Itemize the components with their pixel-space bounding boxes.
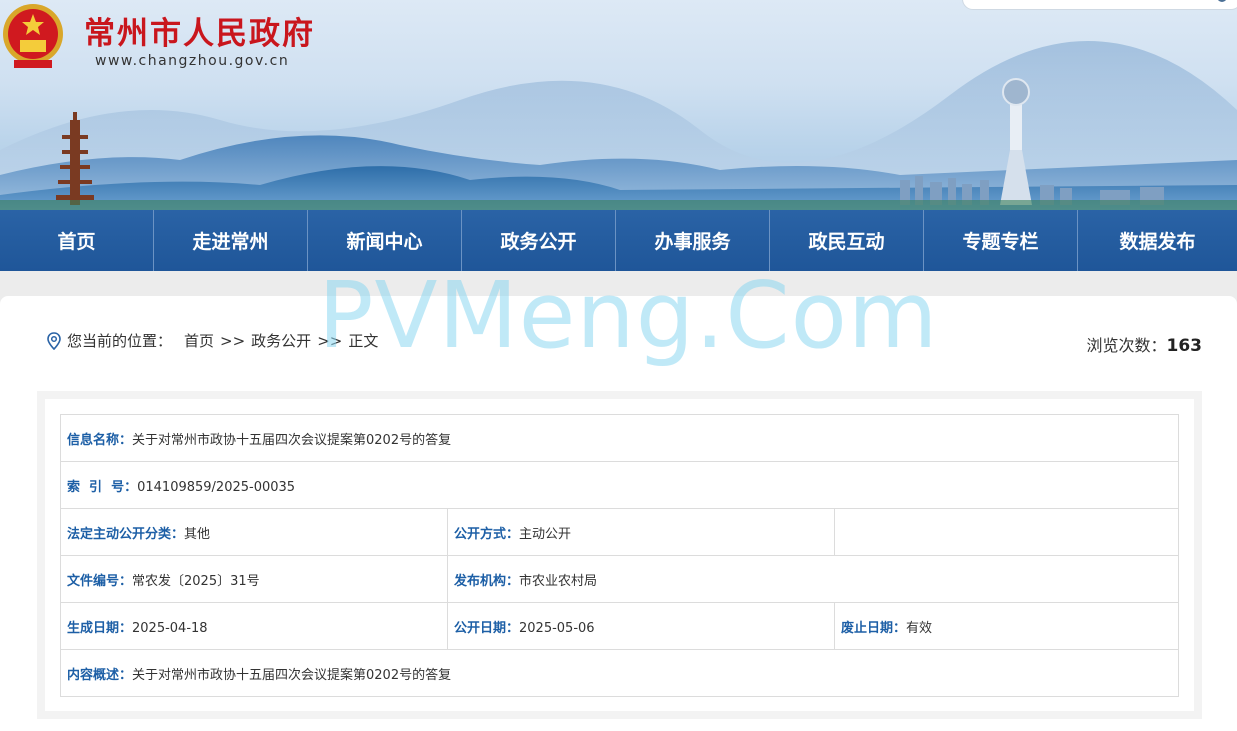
info-docno-cell: 文件编号：常农发〔2025〕31号 bbox=[60, 555, 448, 603]
info-index-label: 索 引 号： bbox=[67, 479, 138, 495]
info-index-cell: 索 引 号：014109859/2025-00035 bbox=[60, 461, 1179, 509]
main-nav: 首页 走进常州 新闻中心 政务公开 办事服务 政民互动 专题专栏 数据发布 bbox=[0, 210, 1237, 271]
info-created-value: 2025-04-18 bbox=[132, 620, 208, 636]
search-box[interactable] bbox=[962, 0, 1237, 10]
nav-data[interactable]: 数据发布 bbox=[1078, 210, 1237, 271]
breadcrumb-label: 您当前的位置： bbox=[67, 332, 173, 350]
main-content: 您当前的位置： 首页 >> 政务公开 >> 正文 浏览次数：163 信息名称：关… bbox=[0, 296, 1237, 731]
info-expiry-value: 有效 bbox=[906, 620, 933, 636]
nav-news[interactable]: 新闻中心 bbox=[308, 210, 462, 271]
table-row: 内容概述：关于对常州市政协十五届四次会议提案第0202号的答复 bbox=[60, 649, 1179, 697]
breadcrumb-current: 正文 bbox=[348, 332, 379, 350]
table-row: 索 引 号：014109859/2025-00035 bbox=[60, 461, 1179, 509]
info-publisher-value: 市农业农村局 bbox=[519, 573, 598, 589]
info-docno-label: 文件编号： bbox=[67, 573, 133, 589]
info-summary-label: 内容概述： bbox=[67, 667, 133, 683]
info-method-cell: 公开方式：主动公开 bbox=[447, 508, 835, 556]
info-category-cell: 法定主动公开分类：其他 bbox=[60, 508, 448, 556]
breadcrumb-gov-affairs[interactable]: 政务公开 bbox=[251, 330, 311, 351]
info-docno-value: 常农发〔2025〕31号 bbox=[132, 573, 260, 589]
breadcrumb-home[interactable]: 首页 bbox=[184, 330, 214, 351]
national-emblem-icon bbox=[3, 4, 63, 68]
info-panel: 信息名称：关于对常州市政协十五届四次会议提案第0202号的答复 索 引 号：01… bbox=[37, 391, 1202, 719]
table-row: 生成日期：2025-04-18 公开日期：2025-05-06 废止日期：有效 bbox=[60, 602, 1179, 650]
info-table: 信息名称：关于对常州市政协十五届四次会议提案第0202号的答复 索 引 号：01… bbox=[60, 414, 1179, 697]
info-created-label: 生成日期： bbox=[67, 620, 133, 636]
site-title[interactable]: 常州市人民政府 bbox=[84, 8, 315, 53]
view-count-label: 浏览次数： bbox=[1086, 336, 1167, 355]
info-category-value: 其他 bbox=[184, 526, 211, 542]
nav-interaction[interactable]: 政民互动 bbox=[770, 210, 924, 271]
info-summary-cell: 内容概述：关于对常州市政协十五届四次会议提案第0202号的答复 bbox=[60, 649, 1179, 697]
info-category-label: 法定主动公开分类： bbox=[67, 526, 185, 542]
info-publisher-cell: 发布机构：市农业农村局 bbox=[447, 555, 1179, 603]
location-pin-icon bbox=[47, 331, 61, 350]
view-count: 浏览次数：163 bbox=[1086, 332, 1202, 356]
breadcrumb-separator: >> bbox=[317, 331, 343, 350]
info-summary-value: 关于对常州市政协十五届四次会议提案第0202号的答复 bbox=[132, 667, 452, 683]
site-url: www.changzhou.gov.cn bbox=[95, 53, 290, 69]
header-banner: 常州市人民政府 www.changzhou.gov.cn bbox=[0, 0, 1237, 210]
info-name-cell: 信息名称：关于对常州市政协十五届四次会议提案第0202号的答复 bbox=[60, 414, 1179, 462]
nav-home[interactable]: 首页 bbox=[0, 210, 154, 271]
info-publisher-label: 发布机构： bbox=[454, 573, 520, 589]
nav-topics[interactable]: 专题专栏 bbox=[924, 210, 1078, 271]
info-panel-inner: 信息名称：关于对常州市政协十五届四次会议提案第0202号的答复 索 引 号：01… bbox=[45, 399, 1194, 711]
info-published-label: 公开日期： bbox=[454, 620, 520, 636]
breadcrumb: 您当前的位置： 首页 >> 政务公开 >> 正文 bbox=[46, 330, 378, 351]
breadcrumb-separator: >> bbox=[220, 331, 246, 350]
info-index-value: 014109859/2025-00035 bbox=[137, 479, 296, 495]
search-icon[interactable] bbox=[1217, 0, 1227, 2]
info-expiry-label: 废止日期： bbox=[841, 620, 907, 636]
info-published-cell: 公开日期：2025-05-06 bbox=[447, 602, 835, 650]
nav-services[interactable]: 办事服务 bbox=[616, 210, 770, 271]
info-name-label: 信息名称： bbox=[67, 432, 133, 448]
table-row: 法定主动公开分类：其他 公开方式：主动公开 bbox=[60, 508, 1179, 556]
info-published-value: 2025-05-06 bbox=[519, 620, 595, 636]
info-expiry-cell: 废止日期：有效 bbox=[834, 602, 1179, 650]
info-empty-cell bbox=[834, 508, 1179, 556]
info-name-value: 关于对常州市政协十五届四次会议提案第0202号的答复 bbox=[132, 432, 452, 448]
info-method-label: 公开方式： bbox=[454, 526, 520, 542]
nav-gov-affairs[interactable]: 政务公开 bbox=[462, 210, 616, 271]
view-count-value: 163 bbox=[1166, 336, 1203, 356]
table-row: 文件编号：常农发〔2025〕31号 发布机构：市农业农村局 bbox=[60, 555, 1179, 603]
info-created-cell: 生成日期：2025-04-18 bbox=[60, 602, 448, 650]
table-row: 信息名称：关于对常州市政协十五届四次会议提案第0202号的答复 bbox=[60, 414, 1179, 462]
nav-about-changzhou[interactable]: 走进常州 bbox=[154, 210, 308, 271]
info-method-value: 主动公开 bbox=[519, 526, 572, 542]
